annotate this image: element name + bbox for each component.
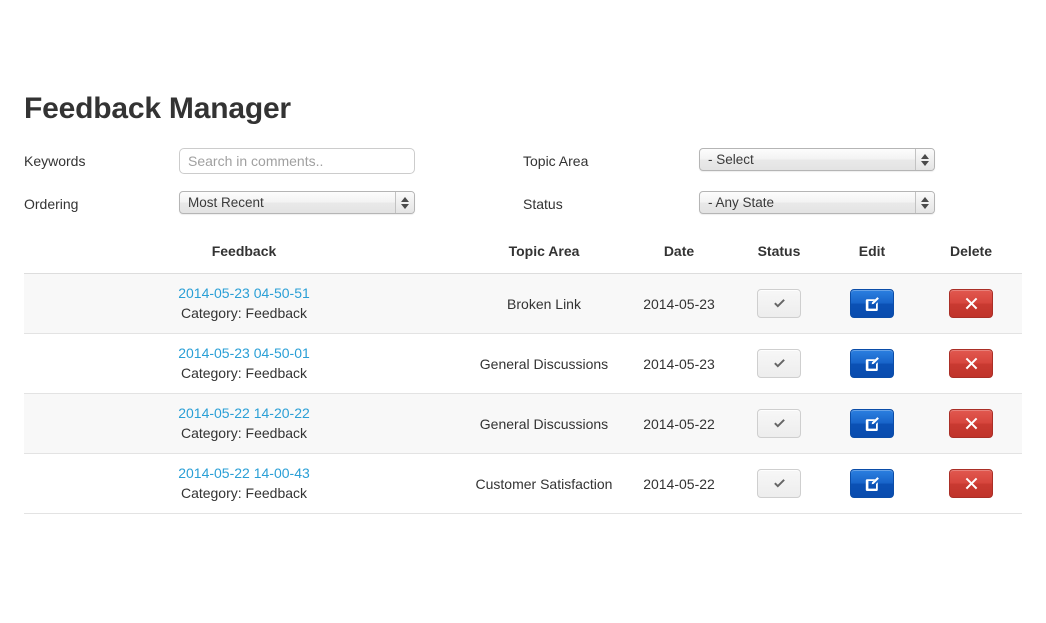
status-toggle-button[interactable] [757, 469, 801, 498]
check-icon [773, 359, 785, 368]
feedback-link[interactable]: 2014-05-22 14-20-22 [24, 404, 464, 423]
close-x-icon [965, 297, 977, 310]
cell-feedback: 2014-05-22 14-00-43 Category: Feedback [24, 453, 464, 514]
check-icon [773, 419, 785, 428]
feedback-category: Category: Feedback [180, 365, 308, 381]
feedback-link[interactable]: 2014-05-23 04-50-01 [24, 344, 464, 363]
filter-column-right: Topic Area - Select Status - Any State [523, 148, 1022, 234]
cell-date: 2014-05-23 [624, 273, 734, 334]
column-header-edit: Edit [824, 243, 920, 274]
feedback-link[interactable]: 2014-05-23 04-50-51 [24, 284, 464, 303]
ordering-control: Most Recent [179, 191, 415, 214]
close-x-icon [965, 417, 977, 430]
status-toggle-button[interactable] [757, 349, 801, 378]
page-title: Feedback Manager [24, 92, 291, 125]
cell-feedback: 2014-05-23 04-50-01 Category: Feedback [24, 333, 464, 394]
edit-button[interactable] [850, 469, 894, 498]
feedback-table: Feedback Topic Area Date Status Edit Del… [24, 243, 1022, 514]
ordering-select[interactable]: Most Recent [179, 191, 415, 214]
feedback-category: Category: Feedback [180, 425, 308, 441]
cell-topic-area: Broken Link [464, 273, 624, 334]
table-row: 2014-05-23 04-50-51 Category: Feedback B… [24, 273, 1022, 334]
cell-date: 2014-05-22 [624, 393, 734, 454]
ordering-label: Ordering [24, 196, 79, 212]
stepper-arrows-icon[interactable] [915, 149, 934, 170]
filter-form: Keywords Ordering Most Recent [24, 148, 1022, 234]
edit-button[interactable] [850, 349, 894, 378]
column-header-date: Date [624, 243, 734, 274]
delete-button[interactable] [949, 349, 993, 378]
ordering-select-value: Most Recent [188, 195, 264, 210]
stepper-arrows-icon[interactable] [395, 192, 414, 213]
keywords-label: Keywords [24, 153, 86, 169]
cell-delete [920, 453, 1022, 514]
column-header-status: Status [734, 243, 824, 274]
column-header-delete: Delete [920, 243, 1022, 274]
feedback-link[interactable]: 2014-05-22 14-00-43 [24, 464, 464, 483]
filter-column-left: Keywords Ordering Most Recent [24, 148, 523, 234]
cell-feedback: 2014-05-22 14-20-22 Category: Feedback [24, 393, 464, 454]
close-x-icon [965, 357, 977, 370]
check-icon [773, 299, 785, 308]
edit-button[interactable] [850, 289, 894, 318]
search-input[interactable] [179, 148, 415, 174]
cell-status [734, 333, 824, 394]
filter-row-ordering: Ordering Most Recent [24, 191, 523, 234]
cell-edit [824, 273, 920, 334]
table-body: 2014-05-23 04-50-51 Category: Feedback B… [24, 273, 1022, 514]
cell-status [734, 393, 824, 454]
close-x-icon [965, 477, 977, 490]
filter-row-keywords: Keywords [24, 148, 523, 191]
cell-topic-area: General Discussions [464, 333, 624, 394]
edit-pencil-square-icon [865, 356, 879, 371]
feedback-table-wrap: Feedback Topic Area Date Status Edit Del… [24, 243, 1022, 514]
cell-topic-area: Customer Satisfaction [464, 453, 624, 514]
feedback-category: Category: Feedback [180, 485, 308, 501]
table-row: 2014-05-22 14-20-22 Category: Feedback G… [24, 393, 1022, 454]
cell-topic-area: General Discussions [464, 393, 624, 454]
cell-edit [824, 333, 920, 394]
edit-pencil-square-icon [865, 296, 879, 311]
edit-pencil-square-icon [865, 476, 879, 491]
status-toggle-button[interactable] [757, 289, 801, 318]
cell-date: 2014-05-23 [624, 333, 734, 394]
cell-date: 2014-05-22 [624, 453, 734, 514]
cell-feedback: 2014-05-23 04-50-51 Category: Feedback [24, 273, 464, 334]
cell-edit [824, 393, 920, 454]
topic-area-label: Topic Area [523, 153, 589, 169]
status-label: Status [523, 196, 563, 212]
table-row: 2014-05-23 04-50-01 Category: Feedback G… [24, 333, 1022, 394]
cell-status [734, 273, 824, 334]
cell-delete [920, 393, 1022, 454]
feedback-manager-page: Feedback Manager Keywords Ordering Most … [0, 0, 1046, 623]
column-header-feedback: Feedback [24, 243, 464, 274]
cell-status [734, 453, 824, 514]
topic-area-select-value: - Select [708, 152, 754, 167]
status-toggle-button[interactable] [757, 409, 801, 438]
filter-row-status: Status - Any State [523, 191, 1022, 234]
filter-row-topic-area: Topic Area - Select [523, 148, 1022, 191]
cell-delete [920, 333, 1022, 394]
topic-area-control: - Select [699, 148, 935, 171]
table-header: Feedback Topic Area Date Status Edit Del… [24, 243, 1022, 274]
table-row: 2014-05-22 14-00-43 Category: Feedback C… [24, 453, 1022, 514]
delete-button[interactable] [949, 409, 993, 438]
status-select[interactable]: - Any State [699, 191, 935, 214]
stepper-arrows-icon[interactable] [915, 192, 934, 213]
cell-delete [920, 273, 1022, 334]
edit-pencil-square-icon [865, 416, 879, 431]
delete-button[interactable] [949, 289, 993, 318]
check-icon [773, 479, 785, 488]
delete-button[interactable] [949, 469, 993, 498]
keywords-control [179, 148, 415, 174]
status-control: - Any State [699, 191, 935, 214]
feedback-category: Category: Feedback [180, 305, 308, 321]
cell-edit [824, 453, 920, 514]
topic-area-select[interactable]: - Select [699, 148, 935, 171]
edit-button[interactable] [850, 409, 894, 438]
status-select-value: - Any State [708, 195, 775, 210]
column-header-topic-area: Topic Area [464, 243, 624, 274]
table-header-row: Feedback Topic Area Date Status Edit Del… [24, 243, 1022, 274]
